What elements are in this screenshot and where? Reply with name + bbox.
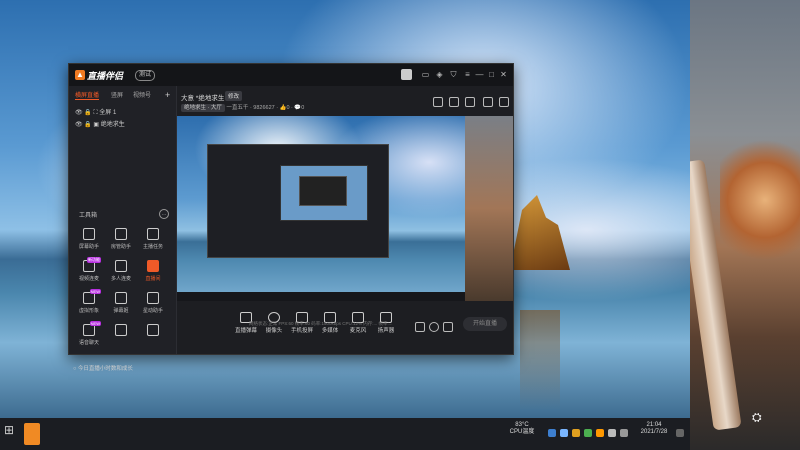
windows-start-icon[interactable]: ⊞ [4, 423, 18, 445]
room-edit-badge[interactable]: 修改 [225, 91, 243, 101]
save-icon[interactable] [433, 97, 443, 107]
clock[interactable]: 21:04 2021/7/28 [636, 422, 672, 436]
live-companion-window: ▲ 直播伴侣 测试 ▭ ◈ ⛉ ≡ — □ ✕ 横屏直播 竖屏 视频号 + 👁 … [68, 63, 514, 372]
tool-icon [147, 228, 159, 240]
stream-preview[interactable] [177, 116, 513, 301]
wallpaper-reflection [520, 310, 560, 410]
cpu-temp-value: 83°C [515, 422, 529, 428]
app-logo-icon: ▲ [75, 70, 85, 80]
tool-icon [147, 260, 159, 272]
layout-icon[interactable] [465, 97, 475, 107]
lock-icon[interactable] [449, 97, 459, 107]
taskbar: ⊞ 83°C CPU温度 21:04 2021/7/28 [0, 418, 690, 450]
maximize-button[interactable]: □ [487, 70, 496, 79]
share-icon[interactable] [499, 97, 509, 107]
tool-video-link[interactable]: 新功能 视频连麦 [75, 257, 103, 284]
tray-icon[interactable] [560, 429, 568, 437]
preview-game-panel [465, 116, 513, 301]
add-scene-button[interactable]: + [165, 90, 170, 100]
tool-item[interactable] [139, 324, 167, 348]
tool-screen-assistant[interactable]: 屏幕助手 [75, 228, 103, 252]
cpu-temp-label: CPU温度 [509, 429, 535, 435]
sidebar-tabs: 横屏直播 竖屏 视频号 + [69, 90, 176, 102]
live-companion-taskbar-icon[interactable] [24, 423, 40, 445]
menu-icon[interactable]: ≡ [463, 70, 472, 79]
tools-heading: 工具箱 [79, 213, 98, 219]
go-live-button[interactable]: 开始直播 [463, 317, 507, 331]
close-button[interactable]: ✕ [499, 70, 508, 79]
main-area: 大意 *绝地求生 修改 绝地求生 · 大厅 一直五千 · 9826627 · 👍… [177, 86, 513, 354]
clock-date: 2021/7/28 [640, 429, 668, 435]
tool-room-manager[interactable]: 房管助手 [107, 228, 135, 252]
tray-icon[interactable] [548, 429, 556, 437]
shield-icon[interactable]: ⛉ [449, 70, 458, 79]
room-category[interactable]: 绝地求生 · 大厅 [181, 104, 225, 112]
tool-icon [147, 324, 159, 336]
game-preview-panel [690, 0, 800, 450]
room-info: 绝地求生 · 大厅 一直五千 · 9826627 · 👍0 · 💬0 [181, 103, 305, 112]
preview-taskbar [177, 292, 465, 301]
tools-more-button[interactable]: … [159, 209, 169, 219]
sync-icon[interactable] [429, 322, 439, 332]
preview-nested-screen [280, 165, 368, 221]
wallpaper-rock [510, 195, 570, 270]
scene-label: 绝地求生 [100, 122, 125, 128]
scene-item[interactable]: 👁 🔒 ▣ 绝地求生 [75, 120, 125, 130]
notice-text: ○ 今日直播小时数和成长 [73, 366, 133, 372]
skin-icon[interactable]: ◈ [435, 70, 444, 79]
preview-nested-screen-inner [299, 176, 347, 206]
version-badge[interactable]: 测试 [135, 70, 156, 81]
tool-voice-chat[interactable]: NEW 语音聊天 [75, 321, 103, 348]
tool-star-assistant[interactable]: 星动助手 [139, 292, 167, 316]
tray-icon[interactable] [584, 429, 592, 437]
scene-item[interactable]: 👁 🔒 ⛶ 全屏 1 [75, 108, 116, 118]
user-avatar[interactable] [401, 69, 412, 80]
tab-portrait[interactable]: 竖屏 [111, 90, 123, 99]
room-stats: 一直五千 · 9826627 · 👍0 · 💬0 [226, 105, 305, 111]
settings-icon[interactable] [443, 322, 453, 332]
input-method-icon[interactable] [620, 429, 628, 437]
bell-icon[interactable] [483, 97, 493, 107]
tab-video[interactable]: 视频号 [133, 90, 151, 99]
tool-icon [147, 292, 159, 304]
scene-label: 全屏 1 [99, 110, 117, 116]
tool-item[interactable] [107, 324, 135, 348]
status-bar: 网络状态:正常 FPS:60 帧率:60 码率:1500kbps CPU:12%… [249, 321, 393, 326]
tool-streamer-task[interactable]: 主播任务 [139, 228, 167, 252]
tool-icon [115, 260, 127, 272]
tray-icon[interactable] [596, 429, 604, 437]
tool-avatar[interactable]: NEW 虚拟形象 [75, 289, 103, 316]
tool-icon [83, 228, 95, 240]
tab-landscape[interactable]: 横屏直播 [75, 90, 100, 100]
bottom-toolbar: 直播弹幕 摄像头 手机投屏 多媒体 麦克风 扬声器 开始直播 [177, 304, 513, 352]
tray-icon[interactable] [572, 429, 580, 437]
tool-icon [115, 324, 127, 336]
message-icon[interactable]: ▭ [421, 70, 430, 79]
record-icon[interactable] [415, 322, 425, 332]
speaker-icon[interactable] [608, 429, 616, 437]
title-bar: ▲ 直播伴侣 测试 ▭ ◈ ⛉ ≡ — □ ✕ [69, 64, 513, 86]
notification-icon[interactable] [676, 429, 684, 437]
minimize-button[interactable]: — [475, 70, 484, 79]
tool-icon [115, 292, 127, 304]
tool-icon [115, 228, 127, 240]
app-name: 直播伴侣 [87, 71, 124, 81]
tool-danmaku[interactable]: 弹幕姬 [107, 292, 135, 316]
game-logo-icon: ⛭ [752, 410, 762, 424]
cpu-temp-widget[interactable]: 83°C CPU温度 [508, 422, 536, 436]
room-title: 大意 *绝地求生 [181, 95, 225, 102]
clock-time: 21:04 [646, 422, 662, 428]
game-explosion [720, 140, 800, 260]
sidebar: 横屏直播 竖屏 视频号 + 👁 🔒 ⛶ 全屏 1 👁 🔒 ▣ 绝地求生 工具箱 … [69, 86, 177, 372]
tool-multi-link[interactable]: 多人连麦 [107, 260, 135, 284]
tool-live-room[interactable]: 直播间 [139, 260, 167, 284]
preview-nested-window [207, 144, 389, 258]
